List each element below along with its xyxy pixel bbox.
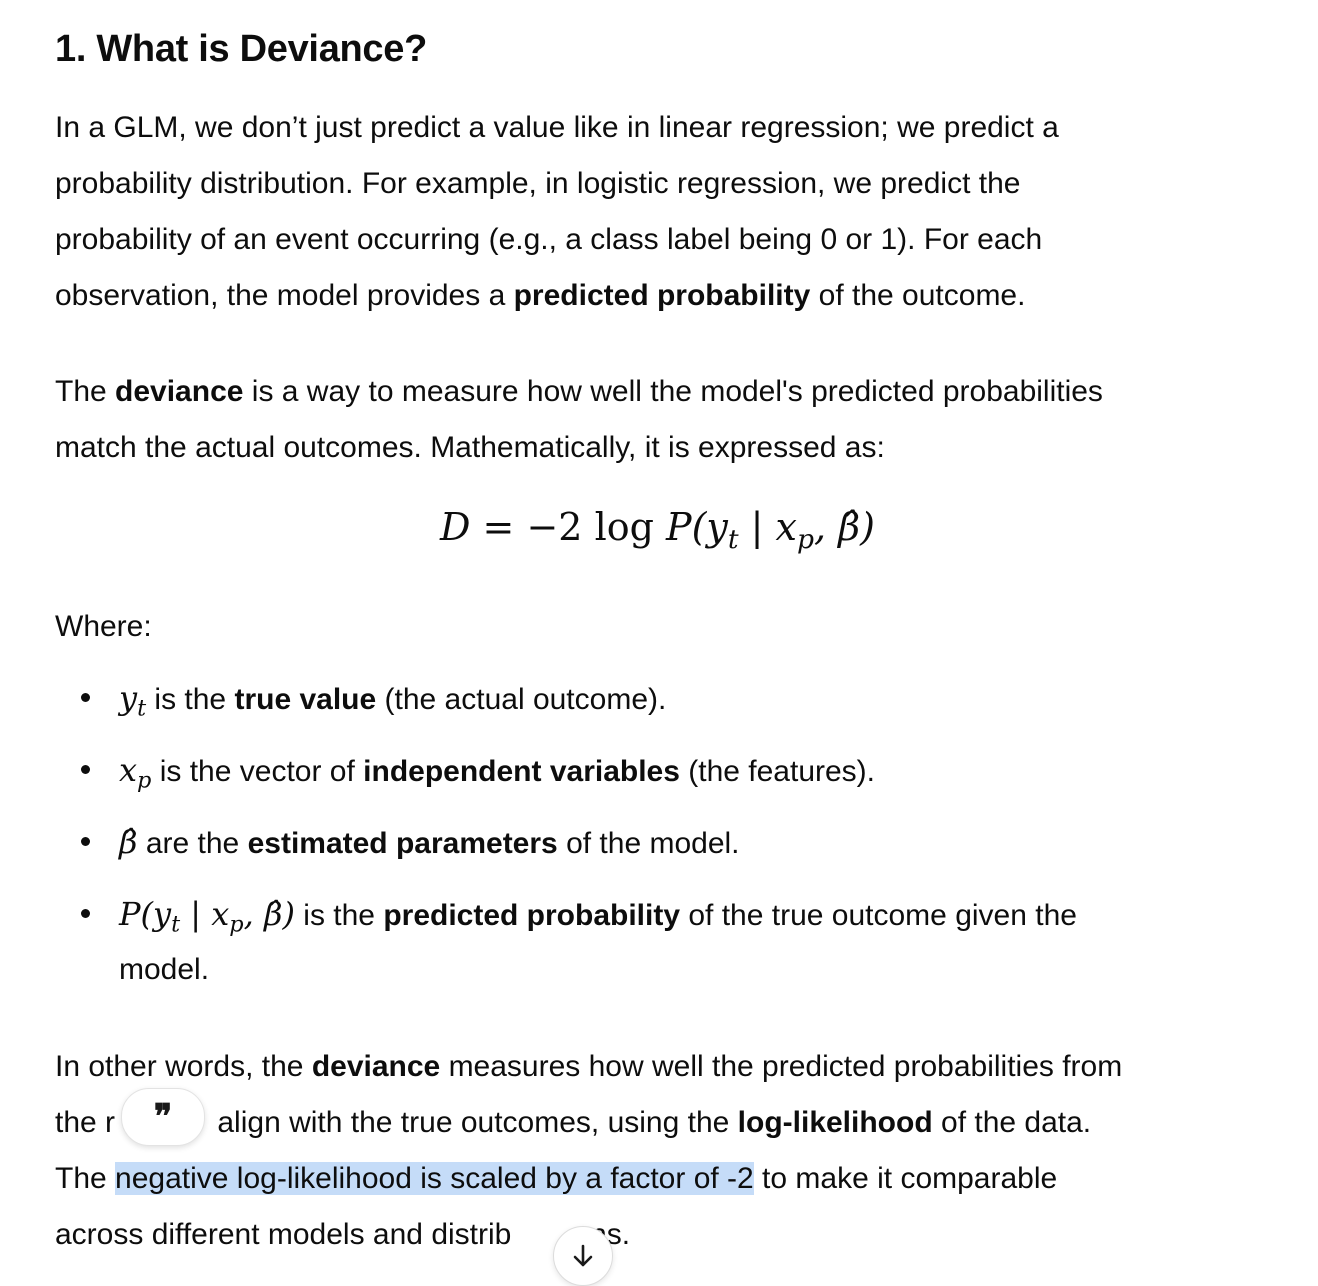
formula-given: | x [738,505,797,549]
symbol-sub: t [171,911,181,938]
text-span: across different models and distrib [55,1218,512,1251]
text-span: is the [146,683,235,716]
bullet-dot [81,693,90,702]
symbol-sub: p [137,767,152,794]
text-span: measures how well the predicted probabil… [440,1050,1123,1083]
text-line: the r align with the true outcomes, usin… [55,1095,1255,1151]
formula-close: ) [860,505,875,549]
text-selection-highlight[interactable]: negative log-likelihood is scaled by a f… [115,1162,754,1195]
list-item: β̂ are the estimated parameters of the m… [81,814,1249,872]
bold-term: estimated parameters [247,827,558,860]
text-span: to make it comparable [753,1162,1058,1195]
paragraph-deviance-definition: The deviance is a way to measure how wel… [55,364,1255,476]
scroll-to-bottom-button[interactable] [553,1226,613,1286]
text-span: The [55,1162,116,1195]
bold-term: independent variables [363,755,680,788]
bullet-dot [81,837,90,846]
paragraph-deviance-summary[interactable]: In other words, the deviance measures ho… [55,1039,1255,1263]
math-symbol: xp [119,751,151,792]
text-line: probability of an event occurring (e.g.,… [55,223,1043,256]
text-line: The negative log-likelihood is scaled by… [55,1151,1255,1207]
text-line: probability distribution. For example, i… [55,167,1021,200]
deviance-formula: D = −2 log P(yt | xp, β̂) [440,505,875,553]
bold-term: predicted probability [513,279,811,312]
text-span: the r [55,1106,116,1139]
text-line: In other words, the deviance measures ho… [55,1039,1255,1095]
bold-term: predicted probability [383,899,681,932]
text-span: observation, the model provides a [55,279,514,312]
formula-arg: (y [691,505,728,549]
text-span: is the vector of [151,755,364,788]
math-symbol: yt [119,679,146,720]
text-span: of the data. [932,1106,1092,1139]
formula-beta: β̂ [838,505,861,549]
text-span: In other words, the [55,1050,312,1083]
formula-log: log [594,505,654,549]
symbol-text: y [119,679,138,717]
math-symbol: β̂ [119,823,138,861]
symbol-sub: p [229,911,244,938]
quote-icon: ❞ [153,1097,173,1137]
formula-sub: t [727,523,739,555]
paragraph-glm-intro: In a GLM, we don’t just predict a value … [55,100,1255,324]
quote-selection-button[interactable]: ❞ [121,1088,205,1146]
text-line: In a GLM, we don’t just predict a value … [55,111,1059,144]
list-item: P(yt | xp, β̂) is the predicted probabil… [81,886,1249,944]
text-span: model. [119,953,210,986]
bold-term: deviance [311,1050,441,1083]
text-span: of the true outcome given the [680,899,1077,932]
text-span: (the actual outcome). [376,683,667,716]
bullet-dot [81,765,90,774]
text-line: match the actual outcomes. Mathematicall… [55,431,885,464]
text-span: The [55,375,116,408]
symbol-text: , β̂) [243,895,295,933]
text-line: across different models and distribons. [55,1207,1255,1263]
formula-equals: = −2 [470,505,595,549]
list-item-continuation: model. [119,942,1249,998]
arrow-down-icon [573,1244,593,1267]
text-span: of the model. [557,827,740,860]
bullet-dot [81,909,90,918]
section-heading: 1. What is Deviance? [55,28,428,70]
list-item: xp is the vector of independent variable… [81,742,1249,800]
formula-lhs: D [440,505,471,549]
text-span: align with the true outcomes, using the [209,1106,738,1139]
formula-sub: p [796,523,814,555]
symbol-sub: t [137,695,147,722]
where-label: Where: [55,610,152,643]
list-item: yt is the true value (the actual outcome… [81,670,1249,728]
symbol-text: | x [180,895,230,933]
symbol-text: x [119,751,138,789]
bold-term: deviance [115,375,244,408]
bold-term: log-likelihood [737,1106,933,1139]
text-span: are the [137,827,248,860]
text-span: of the outcome. [810,279,1026,312]
bold-term: true value [234,683,377,716]
text-line: observation, the model provides a predic… [55,268,1255,324]
symbol-text: P(y [119,895,172,933]
text-span: is the [294,899,384,932]
formula-p: P [653,505,692,549]
formula-comma: , [814,505,839,549]
text-span: (the features). [679,755,876,788]
text-span: is a way to measure how well the model's… [243,375,1103,408]
math-symbol: P(yt | xp, β̂) [119,895,295,936]
text-line: The deviance is a way to measure how wel… [55,364,1255,420]
